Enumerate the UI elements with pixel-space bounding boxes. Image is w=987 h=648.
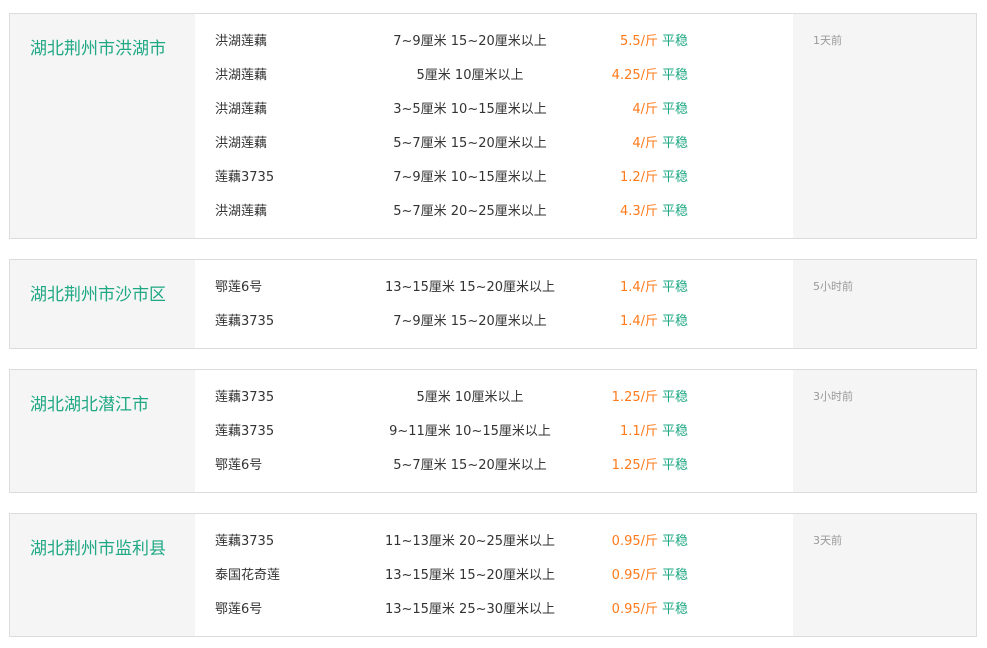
trend-text: 平稳 bbox=[662, 534, 689, 549]
price-row: 莲藕3735 5厘米 10厘米以上 1.25/斤 平稳 bbox=[195, 381, 793, 415]
price-value: 1.25/斤 bbox=[611, 458, 658, 473]
price-row: 莲藕3735 7~9厘米 10~15厘米以上 1.2/斤 平稳 bbox=[195, 161, 793, 195]
trend-text: 平稳 bbox=[662, 280, 689, 295]
trend-text: 平稳 bbox=[662, 170, 689, 185]
price-row: 鄂莲6号 13~15厘米 25~30厘米以上 0.95/斤 平稳 bbox=[195, 593, 793, 627]
trend-text: 平稳 bbox=[662, 136, 689, 151]
market-region-link[interactable]: 湖北荆州市沙市区 bbox=[10, 260, 195, 348]
variety-name: 莲藕3735 bbox=[215, 390, 275, 405]
price-rows: 莲藕3735 5厘米 10厘米以上 1.25/斤 平稳 莲藕3735 9~11厘… bbox=[195, 370, 793, 492]
market-region-link[interactable]: 湖北湖北潜江市 bbox=[10, 370, 195, 492]
variety-name: 洪湖莲藕 bbox=[215, 204, 268, 219]
trend-text: 平稳 bbox=[662, 102, 689, 117]
spec-text: 7~9厘米 15~20厘米以上 bbox=[393, 34, 547, 49]
variety-name: 莲藕3735 bbox=[215, 534, 275, 549]
trend-text: 平稳 bbox=[662, 602, 689, 617]
trend-text: 平稳 bbox=[662, 568, 689, 583]
price-value: 1.4/斤 bbox=[619, 314, 658, 329]
price-value: 4/斤 bbox=[632, 102, 658, 117]
variety-name: 洪湖莲藕 bbox=[215, 102, 268, 117]
variety-name: 洪湖莲藕 bbox=[215, 34, 268, 49]
price-value: 1.2/斤 bbox=[619, 170, 658, 185]
price-value: 1.4/斤 bbox=[619, 280, 658, 295]
price-row: 洪湖莲藕 5~7厘米 15~20厘米以上 4/斤 平稳 bbox=[195, 127, 793, 161]
price-row: 鄂莲6号 5~7厘米 15~20厘米以上 1.25/斤 平稳 bbox=[195, 449, 793, 483]
market-card: 湖北湖北潜江市 莲藕3735 5厘米 10厘米以上 1.25/斤 平稳 莲藕37… bbox=[9, 369, 977, 493]
market-card: 湖北荆州市洪湖市 洪湖莲藕 7~9厘米 15~20厘米以上 5.5/斤 平稳 洪… bbox=[9, 13, 977, 239]
price-value: 4.25/斤 bbox=[611, 68, 658, 83]
trend-text: 平稳 bbox=[662, 390, 689, 405]
price-row: 莲藕3735 9~11厘米 10~15厘米以上 1.1/斤 平稳 bbox=[195, 415, 793, 449]
price-value: 5.5/斤 bbox=[619, 34, 658, 49]
market-region-link[interactable]: 湖北荆州市洪湖市 bbox=[10, 14, 195, 238]
price-row: 洪湖莲藕 5~7厘米 20~25厘米以上 4.3/斤 平稳 bbox=[195, 195, 793, 229]
spec-text: 7~9厘米 15~20厘米以上 bbox=[393, 314, 547, 329]
spec-text: 5~7厘米 15~20厘米以上 bbox=[393, 136, 547, 151]
trend-text: 平稳 bbox=[662, 34, 689, 49]
variety-name: 莲藕3735 bbox=[215, 170, 275, 185]
updated-time: 3天前 bbox=[813, 534, 842, 547]
updated-time: 1天前 bbox=[813, 34, 842, 47]
trend-text: 平稳 bbox=[662, 424, 689, 439]
price-row: 鄂莲6号 13~15厘米 15~20厘米以上 1.4/斤 平稳 bbox=[195, 271, 793, 305]
price-value: 4/斤 bbox=[632, 136, 658, 151]
spec-text: 9~11厘米 10~15厘米以上 bbox=[389, 424, 551, 439]
variety-name: 莲藕3735 bbox=[215, 424, 275, 439]
variety-name: 洪湖莲藕 bbox=[215, 136, 268, 151]
updated-time: 3小时前 bbox=[813, 390, 853, 403]
spec-text: 13~15厘米 15~20厘米以上 bbox=[384, 280, 556, 295]
price-row: 洪湖莲藕 7~9厘米 15~20厘米以上 5.5/斤 平稳 bbox=[195, 25, 793, 59]
spec-text: 7~9厘米 10~15厘米以上 bbox=[393, 170, 547, 185]
price-list: 湖北荆州市洪湖市 洪湖莲藕 7~9厘米 15~20厘米以上 5.5/斤 平稳 洪… bbox=[0, 0, 987, 648]
trend-text: 平稳 bbox=[662, 458, 689, 473]
price-row: 泰国花奇莲 13~15厘米 15~20厘米以上 0.95/斤 平稳 bbox=[195, 559, 793, 593]
updated-time: 5小时前 bbox=[813, 280, 853, 293]
price-value: 1.25/斤 bbox=[611, 390, 658, 405]
market-card: 湖北荆州市监利县 莲藕3735 11~13厘米 20~25厘米以上 0.95/斤… bbox=[9, 513, 977, 637]
price-value: 0.95/斤 bbox=[611, 602, 658, 617]
price-row: 莲藕3735 11~13厘米 20~25厘米以上 0.95/斤 平稳 bbox=[195, 525, 793, 559]
spec-text: 5厘米 10厘米以上 bbox=[416, 390, 524, 405]
spec-text: 5厘米 10厘米以上 bbox=[416, 68, 524, 83]
price-value: 1.1/斤 bbox=[619, 424, 658, 439]
market-card: 湖北荆州市沙市区 鄂莲6号 13~15厘米 15~20厘米以上 1.4/斤 平稳… bbox=[9, 259, 977, 349]
spec-text: 3~5厘米 10~15厘米以上 bbox=[393, 102, 547, 117]
price-rows: 莲藕3735 11~13厘米 20~25厘米以上 0.95/斤 平稳 泰国花奇莲… bbox=[195, 514, 793, 636]
price-value: 0.95/斤 bbox=[611, 534, 658, 549]
variety-name: 泰国花奇莲 bbox=[215, 568, 281, 583]
price-value: 4.3/斤 bbox=[619, 204, 658, 219]
spec-text: 13~15厘米 15~20厘米以上 bbox=[384, 568, 556, 583]
spec-text: 11~13厘米 20~25厘米以上 bbox=[384, 534, 556, 549]
price-row: 莲藕3735 7~9厘米 15~20厘米以上 1.4/斤 平稳 bbox=[195, 305, 793, 339]
price-row: 洪湖莲藕 3~5厘米 10~15厘米以上 4/斤 平稳 bbox=[195, 93, 793, 127]
trend-text: 平稳 bbox=[662, 314, 689, 329]
spec-text: 13~15厘米 25~30厘米以上 bbox=[384, 602, 556, 617]
variety-name: 莲藕3735 bbox=[215, 314, 275, 329]
variety-name: 洪湖莲藕 bbox=[215, 68, 268, 83]
trend-text: 平稳 bbox=[662, 204, 689, 219]
spec-text: 5~7厘米 20~25厘米以上 bbox=[393, 204, 547, 219]
variety-name: 鄂莲6号 bbox=[215, 602, 263, 617]
spec-text: 5~7厘米 15~20厘米以上 bbox=[393, 458, 547, 473]
trend-text: 平稳 bbox=[662, 68, 689, 83]
price-row: 洪湖莲藕 5厘米 10厘米以上 4.25/斤 平稳 bbox=[195, 59, 793, 93]
price-rows: 洪湖莲藕 7~9厘米 15~20厘米以上 5.5/斤 平稳 洪湖莲藕 5厘米 1… bbox=[195, 14, 793, 238]
price-rows: 鄂莲6号 13~15厘米 15~20厘米以上 1.4/斤 平稳 莲藕3735 7… bbox=[195, 260, 793, 348]
variety-name: 鄂莲6号 bbox=[215, 280, 263, 295]
price-value: 0.95/斤 bbox=[611, 568, 658, 583]
variety-name: 鄂莲6号 bbox=[215, 458, 263, 473]
market-region-link[interactable]: 湖北荆州市监利县 bbox=[10, 514, 195, 636]
